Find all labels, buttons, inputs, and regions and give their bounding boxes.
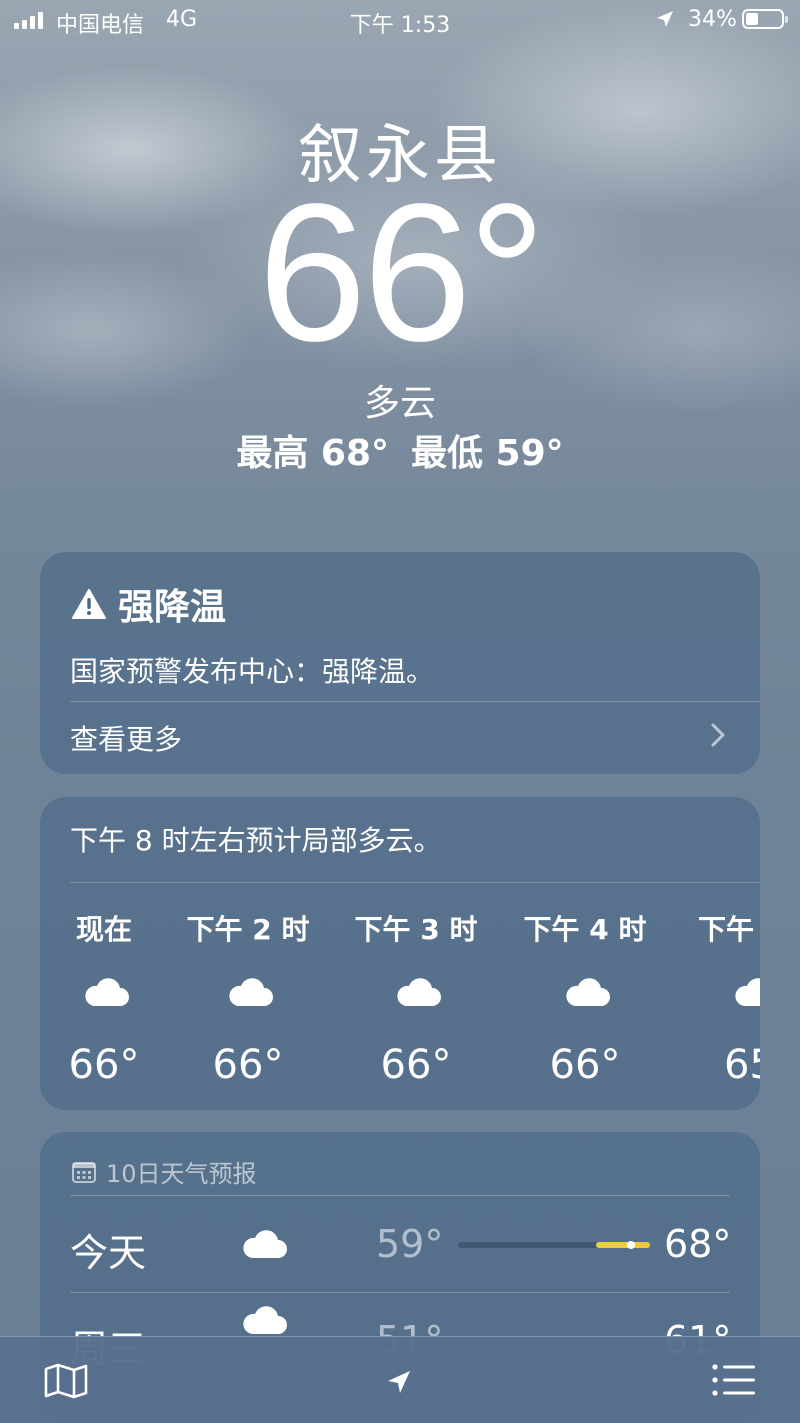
list-icon[interactable] — [712, 1363, 756, 1401]
see-more-link[interactable]: 查看更多 — [70, 718, 182, 758]
location-arrow-icon[interactable] — [386, 1369, 412, 1399]
battery-icon — [742, 9, 788, 29]
hour-label: 下午 3 时 — [354, 913, 478, 946]
hour-label: 下午 — [698, 913, 755, 946]
status-time: 下午 1:53 — [349, 13, 451, 38]
high-temperature: 最高 68° — [236, 433, 389, 474]
temperature-range-bar — [458, 1241, 650, 1249]
day-name: 今天 — [70, 1231, 147, 1275]
map-icon[interactable] — [44, 1363, 88, 1403]
hour-temperature: 65 — [724, 1042, 760, 1088]
day-low-temp: 59° — [376, 1222, 444, 1266]
hour-temperature: 66° — [212, 1042, 284, 1088]
ten-day-header: 10日天气预报 — [72, 1154, 257, 1189]
day-high-temp: 68° — [664, 1222, 732, 1266]
cloud-icon — [243, 1230, 287, 1258]
hourly-summary: 下午 8 时左右预计局部多云。 — [70, 824, 442, 857]
day-divider — [70, 1292, 730, 1293]
current-temperature: 66° — [257, 163, 546, 382]
daily-divider — [70, 1195, 730, 1196]
hour-label: 下午 4 时 — [523, 913, 647, 946]
temperature-range-fill — [596, 1242, 650, 1248]
alert-divider — [70, 701, 760, 702]
hourly-divider — [70, 882, 760, 883]
hour-temperature: 66° — [380, 1042, 452, 1088]
cloud-icon — [243, 1306, 287, 1334]
high-low-temperature: 最高 68° 最低 59° — [0, 424, 800, 476]
location-arrow-icon — [656, 9, 674, 34]
cloud-icon — [566, 978, 610, 1006]
hour-temperature: 66° — [549, 1042, 621, 1088]
cloud-icon — [85, 978, 129, 1006]
hourly-scroller[interactable]: 现在 66° 下午 2 时 66° 下午 3 时 66° 下午 4 时 66° … — [40, 900, 760, 1100]
alert-description: 国家预警发布中心：强降温。 — [70, 655, 435, 688]
cloud-icon — [735, 978, 760, 1006]
chevron-right-icon[interactable] — [710, 722, 726, 752]
low-temperature: 最低 59° — [411, 433, 564, 474]
warning-triangle-icon — [72, 589, 106, 619]
cloud-icon — [397, 978, 441, 1006]
weather-condition: 多云 — [363, 383, 436, 424]
alert-title: 强降温 — [72, 578, 226, 630]
hour-label: 现在 — [75, 913, 132, 946]
alert-title-text: 强降温 — [118, 587, 227, 628]
battery-percent: 34% — [688, 7, 737, 32]
ten-day-header-text: 10日天气预报 — [106, 1160, 257, 1188]
calendar-icon — [72, 1161, 96, 1183]
hour-temperature: 66° — [68, 1042, 140, 1088]
status-bar: 中国电信 4G 下午 1:53 34% — [0, 0, 800, 40]
bottom-toolbar — [0, 1336, 800, 1423]
current-temperature-dot — [626, 1241, 635, 1249]
cloud-icon — [229, 978, 273, 1006]
hour-label: 下午 2 时 — [186, 913, 310, 946]
